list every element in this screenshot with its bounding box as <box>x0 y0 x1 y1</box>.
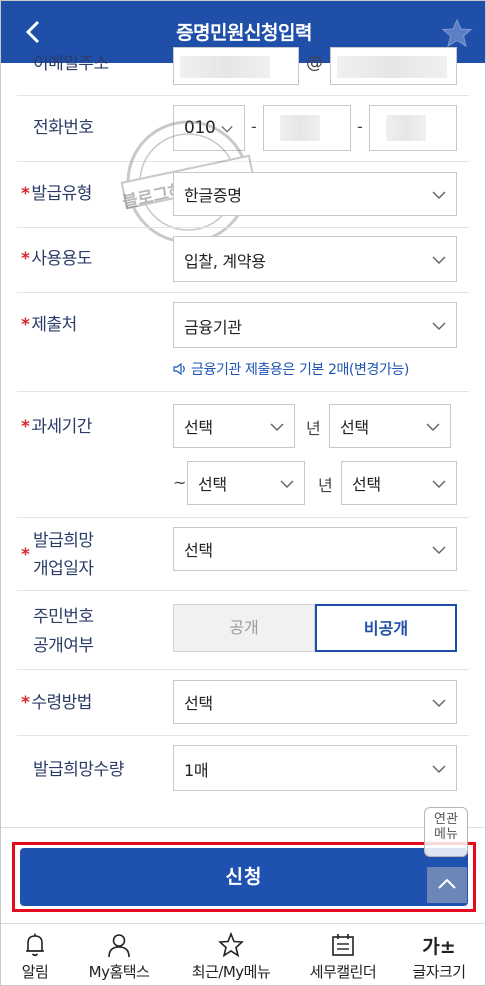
related-menu-line1: 연관 <box>434 812 458 827</box>
submit-to-value: 금융기관 <box>184 318 242 337</box>
divider <box>17 227 469 228</box>
page-title: 증명민원신청입력 <box>176 22 312 44</box>
receive-method-select[interactable]: 선택 <box>173 680 457 724</box>
related-menu-line2: 메뉴 <box>434 827 458 842</box>
open-date-required: * <box>21 545 30 565</box>
star-outline-icon <box>218 932 244 958</box>
chevron-down-icon <box>432 546 446 555</box>
speaker-icon <box>173 363 185 375</box>
quantity-value: 1매 <box>184 761 209 780</box>
phone-label: 전화번호 <box>33 118 94 138</box>
chevron-down-icon <box>432 480 446 489</box>
calendar-icon <box>332 934 354 956</box>
tax-end-month-select[interactable]: 선택 <box>341 461 457 505</box>
scroll-top-button[interactable] <box>427 867 467 903</box>
tax-end-month-value: 선택 <box>352 475 381 494</box>
bell-icon <box>26 933 44 957</box>
chevron-down-icon <box>432 699 446 708</box>
usage-label: * 사용용도 <box>21 249 92 269</box>
phone-middle-input[interactable] <box>263 105 351 151</box>
rrn-open-button[interactable]: 공개 <box>173 604 315 652</box>
masked-value <box>337 56 447 78</box>
submit-to-select[interactable]: 금융기관 <box>173 302 457 348</box>
divider <box>17 735 469 736</box>
divider <box>17 391 469 392</box>
chevron-up-icon <box>438 878 456 889</box>
nav-label: My홈택스 <box>88 963 150 981</box>
open-date-label-line2: 개업일자 <box>33 559 94 579</box>
masked-value <box>280 115 320 141</box>
submit-to-label: * 제출처 <box>21 315 77 335</box>
email-id-input[interactable] <box>173 47 299 85</box>
year-unit-label: 년 <box>318 476 333 495</box>
masked-value <box>180 56 270 78</box>
nav-my-hometax[interactable]: My홈택스 <box>77 924 161 985</box>
divider <box>17 95 469 96</box>
usage-select[interactable]: 입찰, 계약용 <box>173 236 457 282</box>
font-size-icon: 가± <box>422 936 456 958</box>
nav-label: 알림 <box>21 963 49 981</box>
bottom-navigation: 알림 My홈택스 최근/My메뉴 세무캘린더 가± 글자크기 <box>1 923 485 985</box>
related-menu-button[interactable]: 연관 메뉴 <box>424 807 468 857</box>
nav-tax-calendar[interactable]: 세무캘린더 <box>299 924 387 985</box>
divider <box>17 161 469 162</box>
chevron-down-icon <box>432 256 446 265</box>
chevron-down-icon <box>432 322 446 331</box>
tax-period-label: * 과세기간 <box>21 417 92 437</box>
tax-end-year-value: 선택 <box>198 475 227 494</box>
tax-start-year-select[interactable]: 선택 <box>173 404 295 448</box>
issue-type-label: * 발급유형 <box>21 184 92 204</box>
apply-button[interactable]: 신청 <box>20 848 468 906</box>
phone-dash-2: - <box>357 117 363 136</box>
nav-font-size[interactable]: 가± 글자크기 <box>399 924 479 985</box>
tax-end-year-select[interactable]: 선택 <box>187 461 305 505</box>
phone-prefix-value: 010 <box>184 118 216 138</box>
nav-alerts[interactable]: 알림 <box>1 924 69 985</box>
divider <box>17 292 469 293</box>
chevron-down-icon <box>280 480 294 489</box>
rrn-label-line2: 공개여부 <box>33 636 94 656</box>
tax-start-month-value: 선택 <box>340 418 369 437</box>
receive-method-value: 선택 <box>184 694 213 713</box>
divider <box>17 669 469 670</box>
phone-last-input[interactable] <box>369 105 457 151</box>
divider <box>17 517 469 518</box>
chevron-down-icon <box>432 765 446 774</box>
nav-label: 세무캘린더 <box>309 963 377 981</box>
rrn-label-line1: 주민번호 <box>33 607 94 627</box>
year-unit-label: 년 <box>306 419 321 438</box>
rrn-closed-button[interactable]: 비공개 <box>315 604 457 652</box>
app-frame: 증명민원신청입력 이메일주소 @ 전화번호 010 - - 블로그하경닷컴 *발… <box>0 0 486 986</box>
nav-recent-my-menu[interactable]: 최근/My메뉴 <box>177 924 285 985</box>
receive-method-label: * 수령방법 <box>21 693 92 713</box>
open-date-value: 선택 <box>184 541 213 560</box>
nav-label: 글자크기 <box>412 963 466 981</box>
person-icon <box>108 934 130 958</box>
quantity-select[interactable]: 1매 <box>173 745 457 791</box>
phone-dash-1: - <box>251 117 257 136</box>
email-domain-input[interactable] <box>330 47 457 85</box>
quantity-label: 발급희망수량 <box>33 760 124 780</box>
tax-start-year-value: 선택 <box>184 418 213 437</box>
email-at-sign: @ <box>306 53 323 73</box>
issue-type-select[interactable]: 한글증명 <box>173 172 457 216</box>
submit-to-notice: 금융기관 제출용은 기본 2매(변경가능) <box>173 359 409 379</box>
chevron-down-icon <box>270 423 284 432</box>
issue-type-value: 한글증명 <box>184 186 242 205</box>
favorite-star-icon[interactable] <box>441 17 473 49</box>
masked-value <box>386 115 426 141</box>
divider <box>17 590 469 591</box>
period-tilde: ~ <box>173 473 187 492</box>
tax-start-month-select[interactable]: 선택 <box>329 404 451 448</box>
phone-prefix-select[interactable]: 010 <box>173 105 245 151</box>
open-date-select[interactable]: 선택 <box>173 527 457 571</box>
chevron-down-icon <box>221 126 233 133</box>
open-date-label-line1: 발급희망 <box>33 531 94 551</box>
email-label: 이메일주소 <box>33 54 109 74</box>
chevron-down-icon <box>426 423 440 432</box>
usage-value: 입찰, 계약용 <box>184 252 266 271</box>
nav-label: 최근/My메뉴 <box>191 963 271 981</box>
chevron-down-icon <box>432 191 446 200</box>
